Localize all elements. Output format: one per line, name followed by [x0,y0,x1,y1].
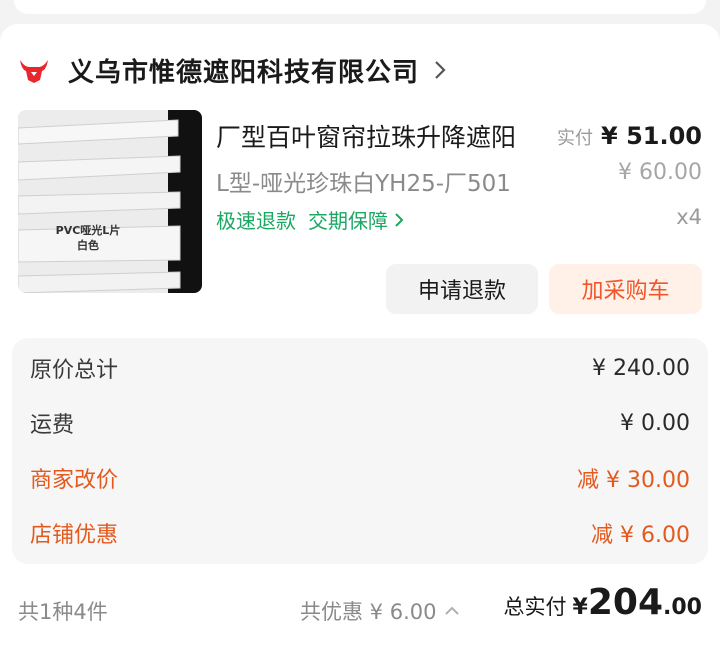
blind-slats-image: PVC哑光L片 白色 [18,110,202,293]
total-label: 总实付 [503,595,567,619]
total-integer: 204 [587,582,664,623]
paid-label: 实付 [557,128,594,149]
add-to-cart-button[interactable]: 加采购车 [549,264,702,314]
summary-value: 减 ¥ 30.00 [577,468,690,493]
quantity: x4 [676,205,702,229]
summary-row-shop-discount: 店铺优惠 减 ¥ 6.00 [30,516,690,550]
chevron-up-icon [445,606,460,615]
summary-row-original-total: 原价总计 ¥ 240.00 [30,351,690,385]
request-refund-button[interactable]: 申请退款 [386,264,538,314]
shop-header[interactable]: 义乌市惟德遮阳科技有限公司 [18,50,447,90]
paid-price: ¥ 51.00 [601,122,702,150]
original-price: ¥ 60.00 [618,160,702,185]
previous-card-edge [14,0,706,14]
paid-price-row: 实付 ¥ 51.00 [557,122,702,150]
shop-name: 义乌市惟德遮阳科技有限公司 [68,57,420,88]
total-discount: 共优惠 ¥ 6.00 [300,600,437,624]
summary-row-shipping: 运费 ¥ 0.00 [30,406,690,440]
image-label-1: PVC哑光L片 [56,223,121,237]
total-decimal: .00 [663,595,702,620]
price-summary: 原价总计 ¥ 240.00 运费 ¥ 0.00 商家改价 减 ¥ 30.00 店… [12,338,708,564]
product-sku: L型-哑光珍珠白YH25-厂501 [216,171,511,197]
chevron-right-icon [395,212,404,227]
item-count: 共1种4件 [18,600,108,624]
summary-label: 运费 [30,413,75,438]
summary-label: 店铺优惠 [30,523,119,548]
total-paid: 总实付 ¥ 204 .00 [504,582,702,623]
chevron-right-icon [435,61,446,79]
product-image[interactable]: PVC哑光L片 白色 [18,110,202,293]
image-label-2: 白色 [77,238,99,252]
summary-row-merchant-adjust: 商家改价 减 ¥ 30.00 [30,461,690,495]
total-currency: ¥ [572,595,588,620]
summary-value: ¥ 0.00 [620,410,690,436]
service-tags[interactable]: 极速退款 交期保障 [216,205,404,234]
summary-value: ¥ 240.00 [592,355,690,381]
discount-toggle[interactable]: 共优惠 ¥ 6.00 [300,596,460,626]
delivery-guarantee-tag: 交期保障 [308,209,388,233]
summary-label: 原价总计 [30,358,119,383]
bull-logo-icon [20,60,48,83]
summary-value: 减 ¥ 6.00 [591,523,690,548]
summary-label: 商家改价 [30,468,119,493]
fast-refund-tag: 极速退款 [216,209,296,233]
product-title[interactable]: 厂型百叶窗帘拉珠升降遮阳 [216,118,516,154]
